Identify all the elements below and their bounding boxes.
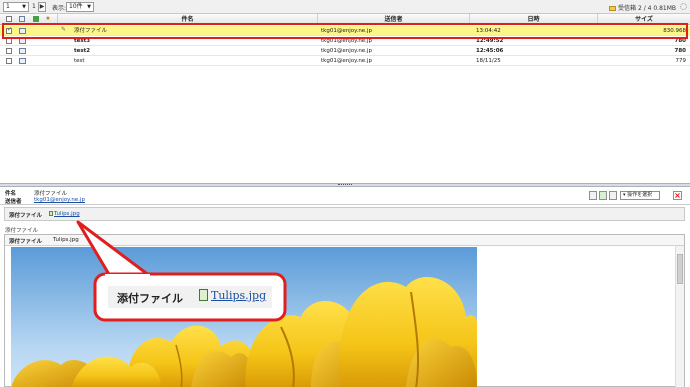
viewer-scrollbar[interactable] [675,246,684,387]
mail-size: 780 [674,48,686,54]
sender-label: 送信者 [5,199,22,205]
next-page-button[interactable]: ▶ [38,2,46,12]
mail-icon [19,16,25,22]
attachment-callout: 添付ファイル Tulips.jpg [95,274,285,320]
folder-info: 受信箱 2 / 4 0.81MB [609,3,676,12]
preview-header: 件名 添付ファイル 送信者 tkg01@enjoy.ne.jp ▾ 操作を選択 … [0,187,690,205]
action-select-value: 操作を選択 [627,192,653,198]
preview-tools: ▾ 操作を選択 × [589,191,684,201]
folder-name: 受信箱 [618,5,637,12]
folder-stats: 2 / 4 0.81MB [637,5,676,12]
flag-icon [33,16,39,22]
arrow-right-icon: ▶ [39,3,45,10]
attachment-link[interactable]: Tulips.jpg [49,211,80,217]
priority-icon: ★ [45,15,51,22]
scrollbar-thumb[interactable] [677,254,683,284]
attachment-section-title: 添付ファイル [5,228,39,234]
page-current: 1 [6,3,10,10]
list-toolbar: 1 ▼ 1 ▶ 表示: 10件 ▼ 受信箱 2 / 4 0.81MB [0,0,690,14]
mail-row[interactable]: test tkg01@enjoy.ne.jp 18/11/25 779 [0,56,690,66]
mail-size: 779 [675,58,687,64]
row-checkbox[interactable] [6,58,12,64]
viewer-header: 添付ファイル Tulips.jpg [5,235,684,246]
mail-date: 12:45:06 [476,48,504,54]
subject-label: 件名 [5,191,17,197]
print-icon[interactable] [589,191,597,200]
image-file-icon [49,211,53,216]
attachment-bar: 添付ファイル Tulips.jpg [4,207,685,221]
page-select[interactable]: 1 ▼ [3,2,29,12]
select-all-checkbox[interactable] [6,16,12,22]
viewer-filename: Tulips.jpg [53,237,79,243]
selected-row-highlight [2,23,688,39]
callout-filename[interactable]: Tulips.jpg [211,289,266,302]
sender-link[interactable]: tkg01@enjoy.ne.jp [34,197,85,203]
mail-subject: test [74,58,85,64]
mail-sender: tkg01@enjoy.ne.jp [321,58,372,64]
callout-label: 添付ファイル [117,292,183,305]
action-select[interactable]: ▾ 操作を選択 [620,191,660,200]
mail-sender: tkg01@enjoy.ne.jp [321,48,372,54]
close-icon[interactable]: × [673,191,682,200]
mail-subject: test2 [74,48,91,54]
per-page-select[interactable]: 10件 ▼ [66,2,94,12]
folder-icon [609,6,617,11]
subject-value: 添付ファイル [34,191,68,197]
row-checkbox[interactable] [6,48,12,54]
mail-icon [19,48,26,54]
refresh-icon[interactable] [680,3,687,10]
mail-date: 18/11/25 [476,58,501,64]
per-page-value: 10件 [69,3,83,10]
mail-row[interactable]: test2 tkg01@enjoy.ne.jp 12:45:06 780 [0,46,690,56]
chevron-down-icon: ▼ [22,4,26,10]
chevron-down-icon: ▼ [87,4,91,10]
image-file-icon [199,289,208,301]
viewer-label: 添付ファイル [9,239,43,245]
reply-icon[interactable] [599,191,607,200]
attachment-label: 添付ファイル [9,213,43,219]
display-label: 表示: [52,5,67,12]
page-total: 1 [32,3,36,10]
drag-handle-icon[interactable] [338,184,352,186]
forward-icon[interactable] [609,191,617,200]
mail-icon [19,58,26,64]
attachment-filename: Tulips.jpg [54,211,80,217]
